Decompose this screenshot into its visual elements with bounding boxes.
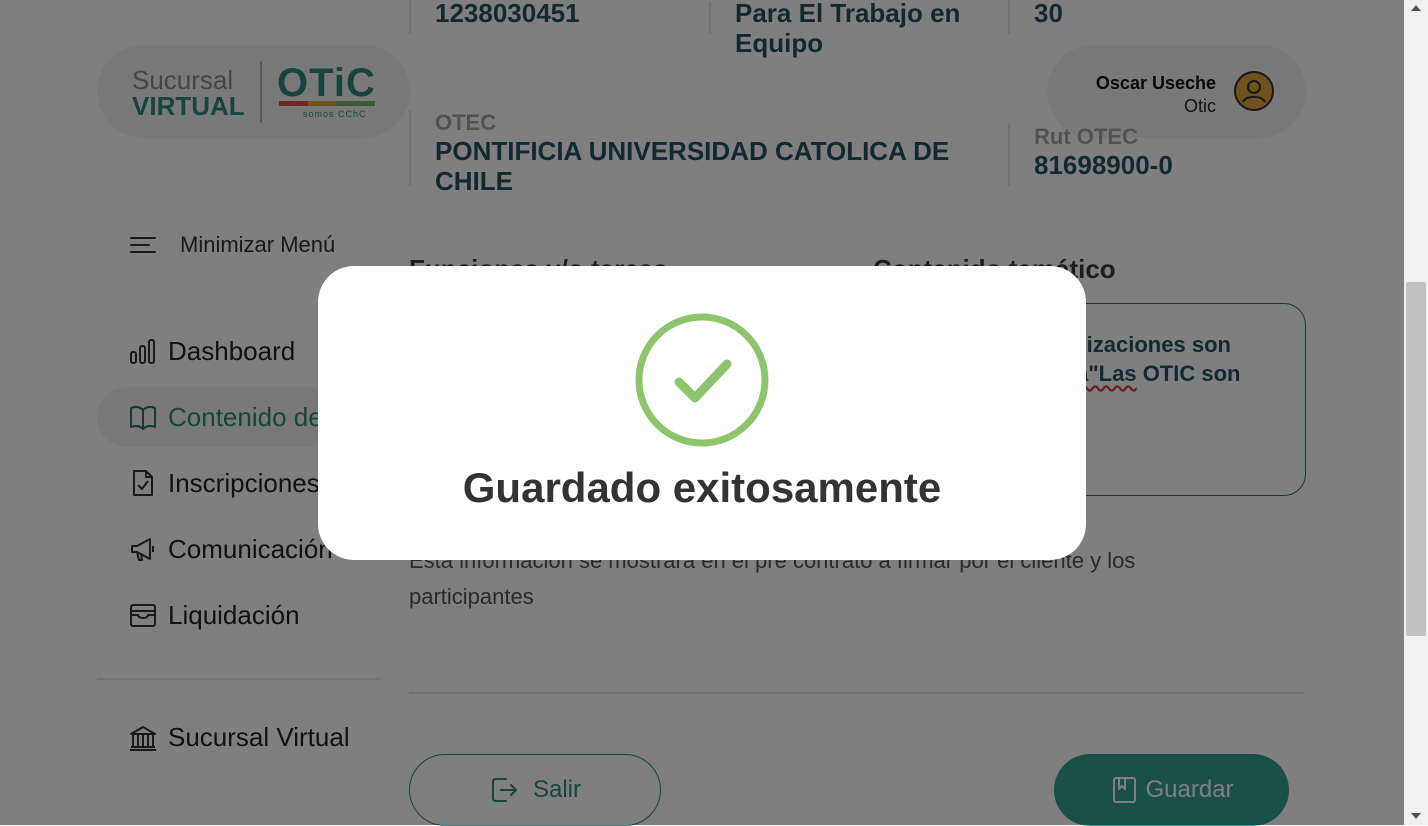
modal-title: Guardado exitosamente: [462, 464, 942, 511]
success-modal: Guardado exitosamente: [318, 266, 1086, 560]
success-check-icon: [635, 313, 769, 447]
scroll-down-arrow-icon[interactable]: [1411, 813, 1421, 819]
scroll-up-arrow-icon[interactable]: [1411, 5, 1421, 11]
scroll-thumb[interactable]: [1406, 282, 1426, 636]
vertical-scrollbar[interactable]: [1404, 0, 1428, 825]
